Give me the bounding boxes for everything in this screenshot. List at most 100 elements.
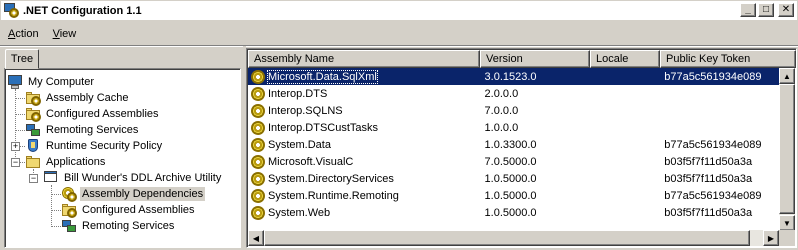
- tree-item-assembly-cache[interactable]: Assembly Cache: [25, 90, 131, 106]
- tree-item-app-configured-assemblies[interactable]: Configured Assemblies: [61, 202, 197, 218]
- expand-runtime-security-policy[interactable]: +: [11, 142, 20, 151]
- column-header-version[interactable]: Version: [480, 50, 590, 68]
- cell-public-key-token: b03f5f7f11d50a3a: [664, 172, 753, 185]
- horizontal-scroll-thumb[interactable]: [264, 230, 750, 246]
- arrow-down-icon: ▼: [783, 218, 791, 228]
- maximize-button[interactable]: □: [758, 3, 774, 17]
- window-title: .NET Configuration 1.1: [23, 4, 142, 17]
- scroll-up-button[interactable]: ▲: [779, 68, 795, 84]
- cell-assembly-name: Microsoft.Data.SqlXml: [248, 69, 480, 85]
- tree-connector: [15, 98, 25, 99]
- cell-version: 7.0.0.0: [484, 104, 519, 117]
- minimize-button[interactable]: _: [740, 3, 756, 17]
- table-row[interactable]: System.Runtime.Remoting 1.0.5000.0 b77a5c5…: [248, 187, 779, 204]
- cell-assembly-name: Interop.DTSCustTasks: [248, 120, 480, 136]
- tree-item-assembly-dependencies[interactable]: Assembly Dependencies: [61, 186, 206, 202]
- cell-assembly-name: System.Data: [248, 137, 480, 153]
- menu-view[interactable]: View: [46, 28, 84, 40]
- assembly-gear-icon: [250, 171, 266, 187]
- application-icon: [43, 170, 59, 186]
- cell-version: 1.0.5000.0: [484, 206, 537, 219]
- table-row[interactable]: Microsoft.Data.SqlXml 3.0.1523.0 b77a5c561…: [248, 68, 779, 85]
- column-header-locale[interactable]: Locale: [590, 50, 660, 68]
- horizontal-scrollbar[interactable]: ◀ ▶: [248, 230, 779, 246]
- collapse-applications[interactable]: −: [11, 158, 20, 167]
- tree-connector: [51, 226, 61, 227]
- tree-item-app-remoting-services[interactable]: Remoting Services: [61, 218, 176, 234]
- list-rows: Microsoft.Data.SqlXml 3.0.1523.0 b77a5c561…: [248, 68, 779, 221]
- maximize-icon: □: [762, 4, 770, 15]
- assembly-gear-icon: [250, 154, 266, 170]
- cell-version: 1.0.5000.0: [484, 172, 537, 185]
- cell-version: 1.0.0.0: [484, 121, 519, 134]
- tree-connector: [51, 194, 61, 195]
- assembly-cache-icon: [25, 90, 41, 106]
- tree-item-remoting-services[interactable]: Remoting Services: [25, 122, 140, 138]
- cell-assembly-name: System.Runtime.Remoting: [248, 188, 480, 204]
- vertical-scroll-thumb[interactable]: [779, 84, 795, 214]
- tree-item-applications[interactable]: Applications: [25, 154, 107, 170]
- assembly-gear-icon: [250, 86, 266, 102]
- app-icon: [4, 2, 20, 19]
- column-header-assembly-name[interactable]: Assembly Name: [248, 50, 480, 68]
- cell-version: 3.0.1523.0: [484, 70, 537, 83]
- tree-connector: [15, 130, 25, 131]
- tree-item-configured-assemblies[interactable]: Configured Assemblies: [25, 106, 161, 122]
- scroll-left-button[interactable]: ◀: [248, 230, 264, 246]
- assembly-gear-icon: [250, 205, 266, 221]
- close-icon: ✕: [781, 4, 791, 15]
- cell-assembly-name: System.DirectoryServices: [248, 171, 480, 187]
- app-window: .NET Configuration 1.1 _ □ ✕ Action View…: [0, 0, 798, 250]
- table-row[interactable]: Interop.SQLNS 7.0.0.0: [248, 102, 779, 119]
- table-row[interactable]: System.Web 1.0.5000.0 b03f5f7f11d50a3a: [248, 204, 779, 221]
- table-row[interactable]: Interop.DTS 2.0.0.0: [248, 85, 779, 102]
- table-row[interactable]: System.DirectoryServices 1.0.5000.0 b03f5f…: [248, 170, 779, 187]
- cell-version: 2.0.0.0: [484, 87, 519, 100]
- remoting-services-icon: [25, 122, 41, 138]
- arrow-left-icon: ◀: [252, 233, 260, 243]
- menu-bar: Action View: [1, 24, 83, 44]
- arrow-right-icon: ▶: [767, 233, 775, 243]
- cell-public-key-token: b77a5c561934e089: [664, 138, 762, 151]
- cell-public-key-token: b03f5f7f11d50a3a: [664, 155, 753, 168]
- assembly-gear-icon: [250, 137, 266, 153]
- tree-item-my-computer[interactable]: My Computer: [7, 74, 96, 90]
- tab-tree[interactable]: Tree: [5, 49, 39, 69]
- tree-item-runtime-security-policy[interactable]: Runtime Security Policy: [25, 138, 164, 154]
- cell-assembly-name: Interop.DTS: [248, 86, 480, 102]
- tree-connector: [15, 89, 16, 165]
- column-header-public-key-token[interactable]: Public Key Token: [660, 50, 796, 68]
- applications-folder-icon: [25, 154, 41, 170]
- assembly-gear-icon: [250, 188, 266, 204]
- title-bar[interactable]: .NET Configuration 1.1 _ □ ✕: [1, 1, 797, 21]
- cell-version: 1.0.3300.0: [484, 138, 537, 151]
- scroll-down-button[interactable]: ▼: [779, 215, 795, 231]
- cell-version: 1.0.5000.0: [484, 189, 537, 202]
- assembly-gear-icon: [250, 69, 266, 85]
- security-policy-icon: [25, 138, 41, 154]
- tree-view[interactable]: My Computer Assembly Cache Configured As…: [4, 68, 241, 248]
- remoting-services-icon: [61, 218, 77, 234]
- table-row[interactable]: Interop.DTSCustTasks 1.0.0.0: [248, 119, 779, 136]
- configured-assemblies-icon: [61, 202, 77, 218]
- tree-connector: [15, 114, 25, 115]
- table-row[interactable]: Microsoft.VisualC 7.0.5000.0 b03f5f7f11d50…: [248, 153, 779, 170]
- menu-separator: [0, 45, 798, 47]
- tree-connector: [51, 210, 61, 211]
- assembly-gear-icon: [250, 120, 266, 136]
- cell-public-key-token: b77a5c561934e089: [664, 70, 762, 83]
- tree-item-ddl-archive-utility[interactable]: Bill Wunder's DDL Archive Utility: [43, 170, 223, 186]
- cell-assembly-name: System.Web: [248, 205, 480, 221]
- assembly-list[interactable]: Assembly Name Version Locale Public Key …: [246, 48, 797, 248]
- assembly-gear-icon: [250, 103, 266, 119]
- assembly-dependencies-icon: [61, 186, 77, 202]
- cell-assembly-name: Microsoft.VisualC: [248, 154, 480, 170]
- cell-public-key-token: b03f5f7f11d50a3a: [664, 206, 753, 219]
- menu-action[interactable]: Action: [1, 28, 46, 40]
- vertical-scrollbar[interactable]: ▲ ▼: [779, 68, 795, 231]
- table-row[interactable]: System.Data 1.0.3300.0 b77a5c561934e089: [248, 136, 779, 153]
- collapse-ddl-archive-utility[interactable]: −: [29, 174, 38, 183]
- scroll-right-button[interactable]: ▶: [763, 230, 779, 246]
- close-button[interactable]: ✕: [778, 3, 794, 17]
- cell-assembly-name: Interop.SQLNS: [248, 103, 480, 119]
